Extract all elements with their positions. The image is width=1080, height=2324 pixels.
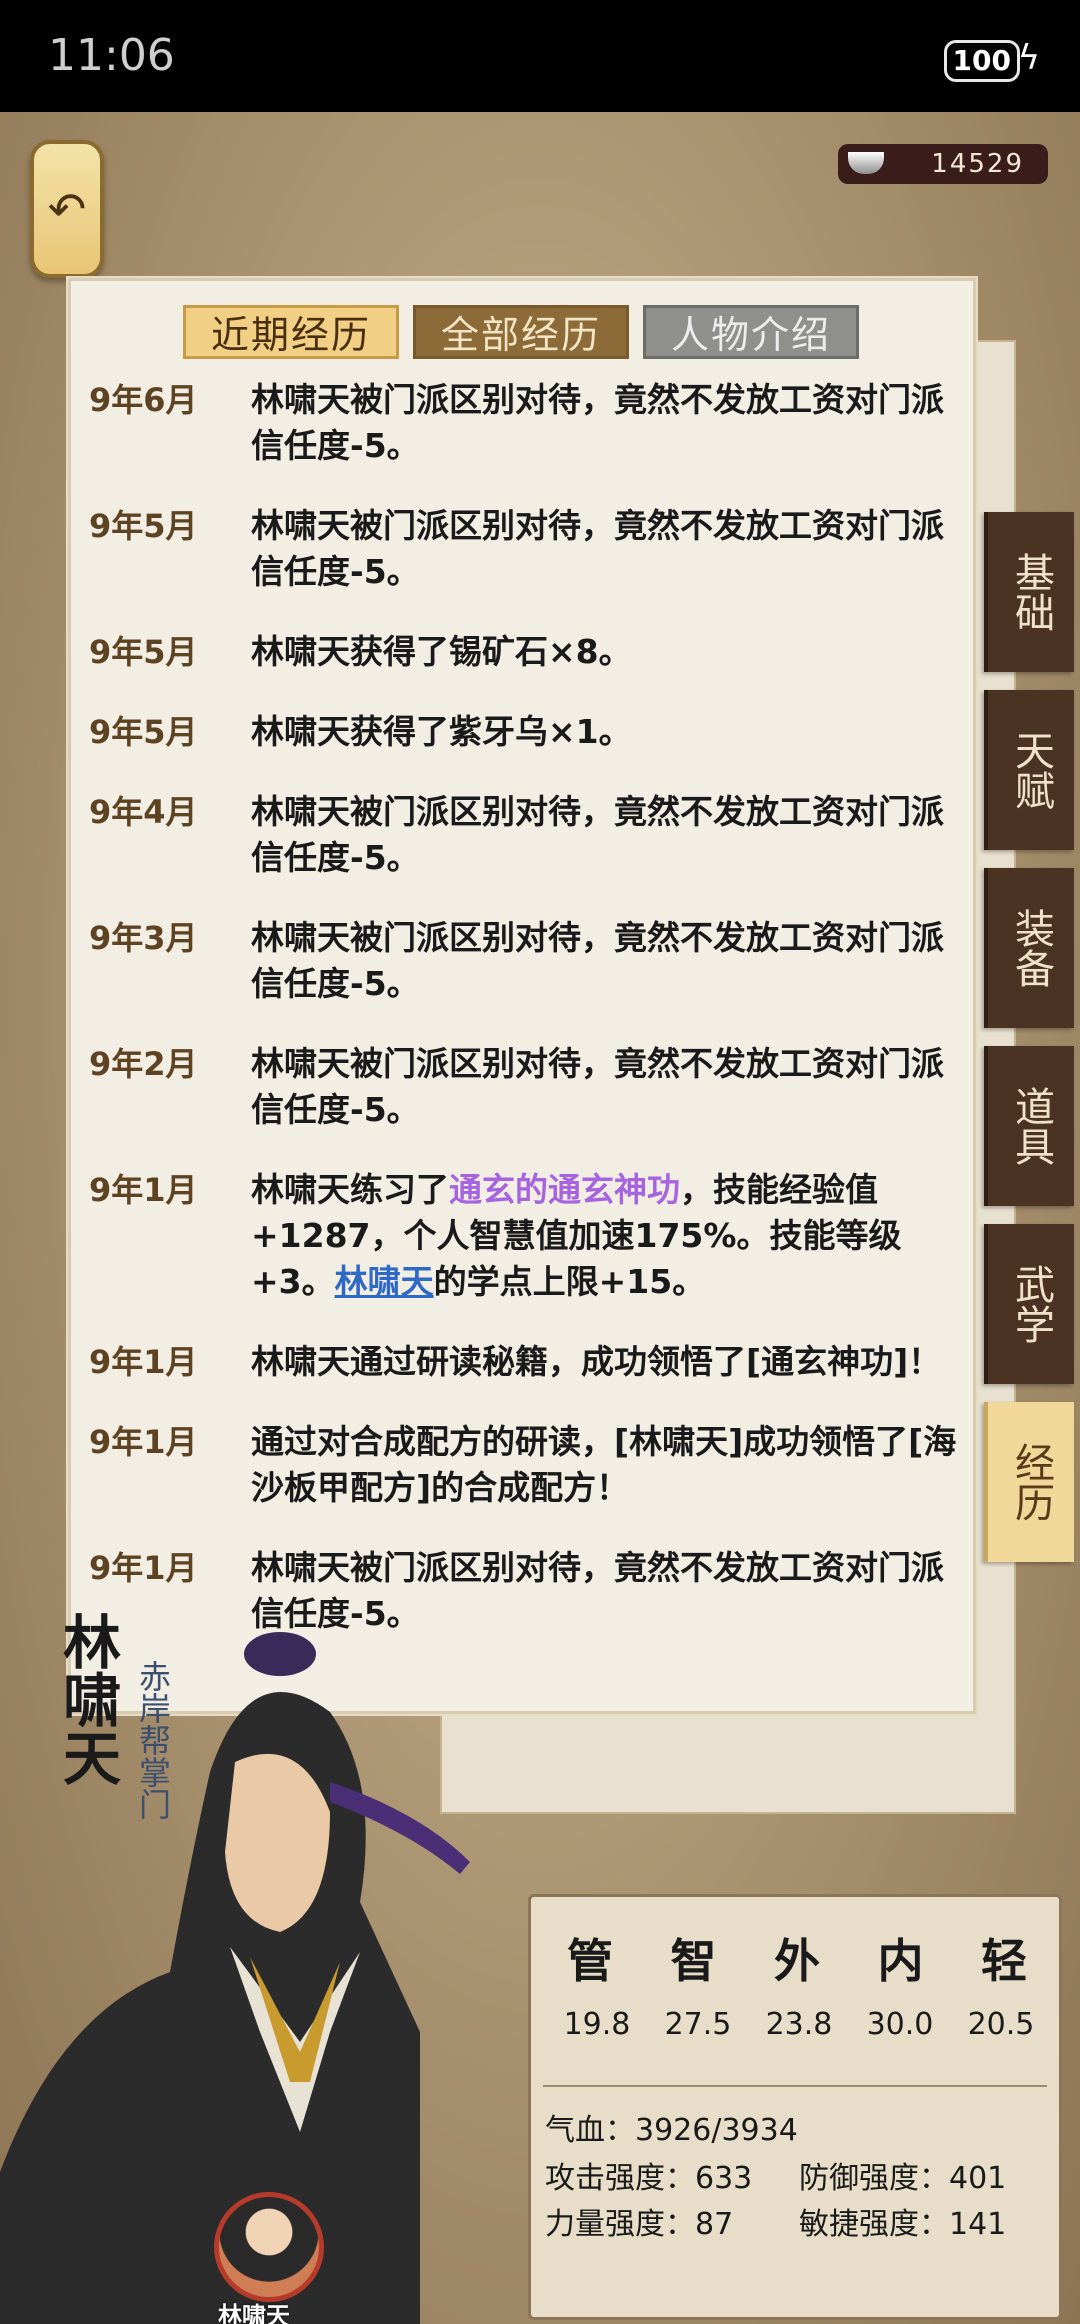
hp-label: 气血： (545, 2113, 635, 2148)
game-screen: ↶ 14529 近期经历 全部经历 人物介绍 9年6月 林啸天被门派区别对待，竟… (0, 112, 1080, 2324)
stat-head-agility: 轻 (981, 1934, 1027, 1988)
side-tab-martial[interactable]: 武学 (984, 1224, 1074, 1384)
character-link[interactable]: 林啸天 (335, 1262, 434, 1301)
history-panel: 近期经历 全部经历 人物介绍 9年6月 林啸天被门派区别对待，竟然不发放工资对门… (68, 278, 976, 1714)
charging-icon: ϟ (1017, 38, 1040, 78)
log-date: 9年1月 (89, 1343, 198, 1381)
stats-divider (543, 2085, 1047, 2087)
battery-icon: 100 (943, 40, 1020, 82)
log-entry: 9年6月 林啸天被门派区别对待，竟然不发放工资对门派信任度-5。 (89, 377, 959, 469)
currency-amount: 14529 (931, 149, 1024, 179)
stat-values: 19.8 27.5 23.8 30.0 20.5 (549, 2007, 1049, 2042)
stat-head-internal: 内 (877, 1934, 924, 1988)
history-log[interactable]: 9年6月 林啸天被门派区别对待，竟然不发放工资对门派信任度-5。 9年5月 林啸… (89, 377, 959, 1671)
attack-value: 633 (695, 2161, 753, 2196)
log-date: 9年5月 (89, 633, 198, 671)
hp-value: 3926/3934 (635, 2113, 798, 2148)
log-date: 9年2月 (89, 1045, 198, 1083)
agility-label: 敏捷强度： (799, 2207, 949, 2242)
log-entry: 9年1月 林啸天通过研读秘籍，成功领悟了[通玄神功]！ (89, 1339, 959, 1385)
log-date: 9年6月 (89, 381, 198, 419)
stat-value-wisdom: 27.5 (664, 2007, 732, 2042)
defense-row: 防御强度：401 (799, 2153, 1006, 2197)
hero-name: 林啸天 (53, 1612, 121, 1786)
strength-label: 力量强度： (545, 2207, 695, 2242)
strength-row: 力量强度：87 (545, 2199, 733, 2243)
defense-value: 401 (949, 2161, 1007, 2196)
log-date: 9年5月 (89, 713, 198, 751)
silver-ingot-icon (848, 152, 884, 174)
stat-head-wisdom: 智 (670, 1934, 717, 1988)
log-text-part: 的学点上限+15。 (433, 1262, 706, 1301)
side-tab-talent[interactable]: 天赋 (984, 690, 1074, 850)
attack-label: 攻击强度： (545, 2161, 695, 2196)
side-tab-history[interactable]: 经历 (984, 1402, 1074, 1562)
side-tab-basic[interactable]: 基础 (984, 512, 1074, 672)
log-date: 9年3月 (89, 919, 198, 957)
log-date: 9年4月 (89, 793, 198, 831)
log-entry: 9年5月 林啸天获得了锡矿石×8。 (89, 629, 959, 675)
log-date: 9年5月 (89, 507, 198, 545)
log-entry: 9年2月 林啸天被门派区别对待，竟然不发放工资对门派信任度-5。 (89, 1041, 959, 1133)
stat-value-external: 23.8 (765, 2007, 833, 2042)
log-entry: 9年5月 林啸天获得了紫牙乌×1。 (89, 709, 959, 755)
back-arrow-icon: ↶ (47, 182, 87, 236)
back-button[interactable]: ↶ (30, 140, 104, 278)
log-text: 林啸天被门派区别对待，竟然不发放工资对门派信任度-5。 (251, 1044, 944, 1129)
strength-value: 87 (695, 2207, 734, 2242)
tab-recent[interactable]: 近期经历 (183, 305, 399, 359)
stat-head-manage: 管 (567, 1934, 613, 1988)
agility-row: 敏捷强度：141 (799, 2199, 1006, 2243)
tab-profile[interactable]: 人物介绍 (643, 305, 859, 359)
clock: 11:06 (48, 30, 175, 81)
log-text: 林啸天被门派区别对待，竟然不发放工资对门派信任度-5。 (251, 792, 944, 877)
log-text: 林啸天被门派区别对待，竟然不发放工资对门派信任度-5。 (251, 918, 944, 1003)
log-text: 林啸天获得了紫牙乌×1。 (251, 712, 632, 751)
skill-name-highlight[interactable]: 通玄的通玄神功 (449, 1170, 680, 1209)
log-text: 林啸天练习了通玄的通玄神功，技能经验值+1287，个人智慧值加速175%。技能等… (251, 1167, 957, 1305)
log-text: 通过对合成配方的研读，[林啸天]成功领悟了[海沙板甲配方]的合成配方！ (251, 1422, 957, 1507)
log-text: 林啸天被门派区别对待，竟然不发放工资对门派信任度-5。 (251, 506, 944, 591)
log-text-part: 林啸天练习了 (251, 1170, 449, 1209)
defense-label: 防御强度： (799, 2161, 949, 2196)
log-entry: 9年1月 通过对合成配方的研读，[林啸天]成功领悟了[海沙板甲配方]的合成配方！ (89, 1419, 959, 1511)
log-entry: 9年1月 林啸天练习了通玄的通玄神功，技能经验值+1287，个人智慧值加速175… (89, 1167, 959, 1305)
log-text: 林啸天通过研读秘籍，成功领悟了[通玄神功]！ (251, 1342, 942, 1381)
stat-value-internal: 30.0 (866, 2007, 934, 2042)
side-tab-bar: 基础 天赋 装备 道具 武学 经历 (984, 512, 1074, 1580)
panel-tabs: 近期经历 全部经历 人物介绍 (183, 305, 859, 359)
log-date: 9年1月 (89, 1423, 198, 1461)
log-entry: 9年4月 林啸天被门派区别对待，竟然不发放工资对门派信任度-5。 (89, 789, 959, 881)
log-text: 林啸天获得了锡矿石×8。 (251, 632, 632, 671)
currency-display: 14529 (838, 144, 1048, 184)
stat-head-external: 外 (774, 1934, 820, 1988)
log-entry: 9年5月 林啸天被门派区别对待，竟然不发放工资对门派信任度-5。 (89, 503, 959, 595)
agility-value: 141 (949, 2207, 1007, 2242)
log-date: 9年1月 (89, 1171, 198, 1209)
attack-row: 攻击强度：633 (545, 2153, 752, 2197)
log-text: 林啸天被门派区别对待，竟然不发放工资对门派信任度-5。 (251, 380, 944, 465)
side-tab-items[interactable]: 道具 (984, 1046, 1074, 1206)
stat-headers: 管 智 外 内 轻 (567, 1925, 1027, 1991)
hp-row: 气血：3926/3934 (545, 2105, 798, 2149)
avatar-name: 林啸天 (218, 2302, 290, 2324)
stat-value-manage: 19.8 (563, 2007, 631, 2042)
avatar[interactable] (214, 2192, 324, 2302)
log-entry: 9年3月 林啸天被门派区别对待，竟然不发放工资对门派信任度-5。 (89, 915, 959, 1007)
hero-title: 赤岸帮掌门 (134, 1660, 172, 1820)
side-tab-equipment[interactable]: 装备 (984, 868, 1074, 1028)
stats-panel: 管 智 外 内 轻 19.8 27.5 23.8 30.0 20.5 气血：39… (528, 1894, 1062, 2320)
tab-all[interactable]: 全部经历 (413, 305, 629, 359)
status-bar: 11:06 100 ϟ (0, 0, 1080, 112)
stat-value-agility: 20.5 (967, 2007, 1035, 2042)
